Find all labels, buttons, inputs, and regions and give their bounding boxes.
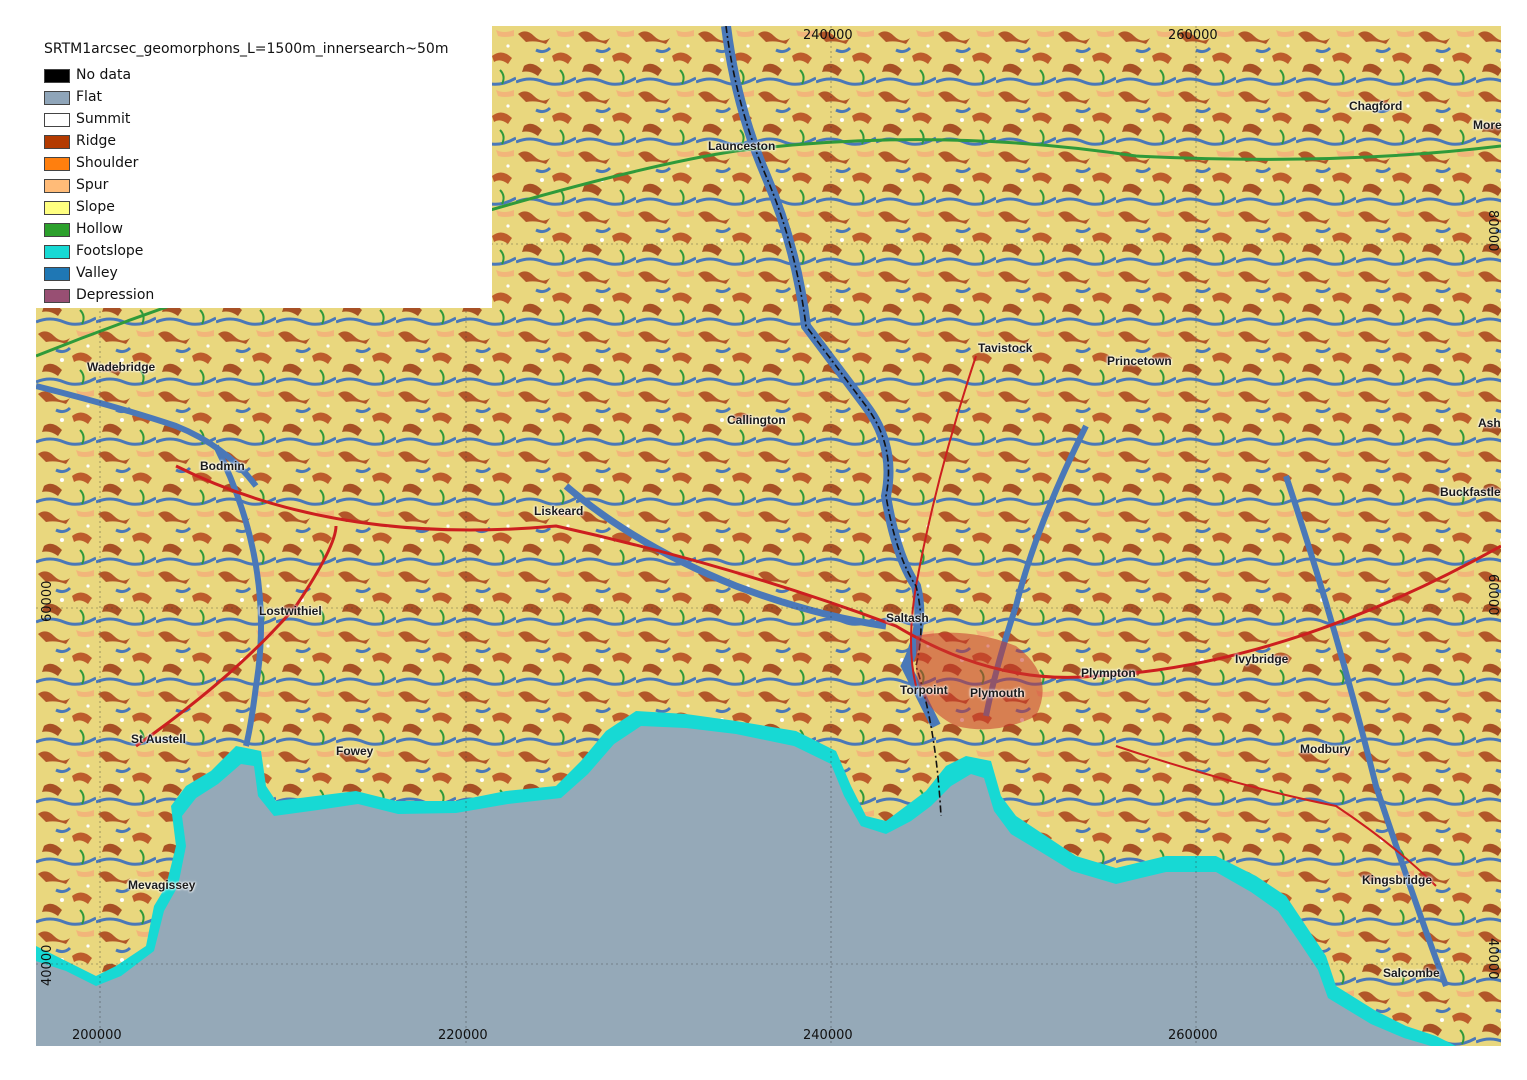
legend-label: No data	[76, 67, 132, 83]
grid-label-x-bottom: 260000	[1168, 1028, 1218, 1043]
legend-title: SRTM1arcsec_geomorphons_L=1500m_innersea…	[44, 41, 449, 57]
grid-label-y-right: 40000	[1485, 938, 1500, 980]
legend-swatch	[44, 289, 70, 303]
place-callington: Callington	[727, 413, 786, 427]
grid-label-x-bottom: 220000	[438, 1028, 488, 1043]
place-tavistock: Tavistock	[978, 341, 1033, 355]
place-modbury: Modbury	[1300, 742, 1351, 756]
place-wadebridge: Wadebridge	[87, 360, 156, 374]
grid-label-y-right: 80000	[1485, 210, 1500, 252]
legend-label: Depression	[76, 287, 155, 303]
place-more: More	[1473, 118, 1502, 132]
legend-swatch	[44, 201, 70, 215]
place-bodmin: Bodmin	[200, 459, 245, 473]
place-buckfastle: Buckfastle	[1440, 485, 1501, 499]
grid-label-y-left: 40000	[40, 944, 55, 986]
legend-swatch	[44, 113, 70, 127]
legend-label: Footslope	[76, 243, 144, 259]
legend-swatch	[44, 91, 70, 105]
place-plympton: Plympton	[1081, 666, 1136, 680]
map-legend: SRTM1arcsec_geomorphons_L=1500m_innersea…	[36, 26, 492, 308]
place-liskeard: Liskeard	[534, 504, 584, 518]
legend-label: Valley	[76, 265, 118, 281]
grid-label-x-bottom: 240000	[803, 1028, 853, 1043]
legend-label: Summit	[76, 111, 131, 127]
grid-label-x-bottom: 200000	[72, 1028, 122, 1043]
legend-label: Flat	[76, 89, 103, 105]
place-chagford: Chagford	[1349, 99, 1403, 113]
grid-label-y-right: 60000	[1485, 574, 1500, 616]
legend-swatch	[44, 69, 70, 83]
legend-label: Spur	[76, 177, 109, 193]
place-saltash: Saltash	[886, 611, 929, 625]
place-plymouth: Plymouth	[970, 686, 1025, 700]
legend-swatch	[44, 179, 70, 193]
legend-label: Ridge	[76, 133, 117, 149]
place-st-austell: St Austell	[131, 732, 186, 746]
legend-swatch	[44, 223, 70, 237]
legend-label: Shoulder	[76, 155, 139, 171]
legend-label: Slope	[76, 199, 115, 215]
grid-label-y-left: 60000	[40, 580, 55, 622]
place-kingsbridge: Kingsbridge	[1362, 873, 1433, 887]
grid-label-x-top: 240000	[803, 28, 853, 43]
place-princetown: Princetown	[1107, 354, 1172, 368]
place-ash: Ash	[1478, 416, 1501, 430]
grid-label-x-top: 260000	[1168, 28, 1218, 43]
place-launceston: Launceston	[708, 139, 776, 153]
place-fowey: Fowey	[336, 744, 374, 758]
legend-swatch	[44, 267, 70, 281]
place-lostwithiel: Lostwithiel	[259, 604, 322, 618]
place-mevagissey: Mevagissey	[128, 878, 196, 892]
legend-label: Hollow	[76, 221, 123, 237]
place-torpoint: Torpoint	[900, 683, 948, 697]
legend-swatch	[44, 157, 70, 171]
legend-swatch	[44, 135, 70, 149]
place-ivybridge: Ivybridge	[1235, 652, 1289, 666]
place-salcombe: Salcombe	[1383, 966, 1440, 980]
legend-swatch	[44, 245, 70, 259]
